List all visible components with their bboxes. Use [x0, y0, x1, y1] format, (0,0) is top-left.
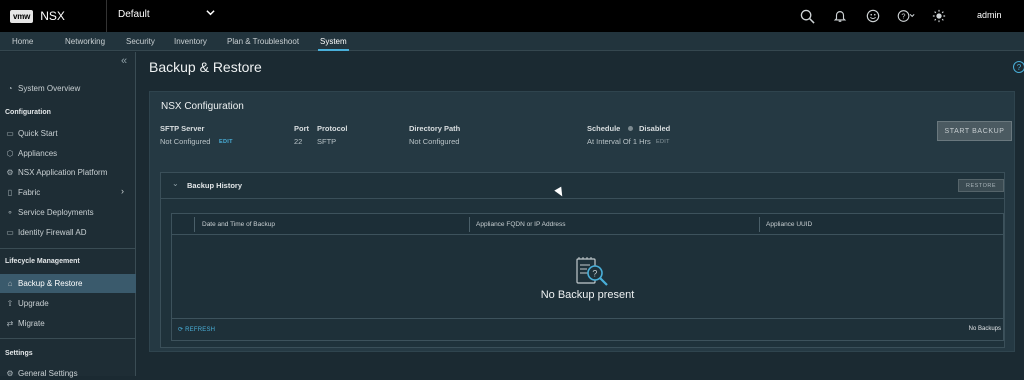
sftp-server-value: Not Configured — [160, 137, 211, 146]
dashboard-icon: ◔ — [7, 83, 13, 93]
folder-icon: ▭ — [6, 227, 14, 237]
sidebar-item-backup-restore[interactable]: ⌂ Backup & Restore — [5, 276, 83, 290]
settings-icon: ⚙ — [6, 368, 14, 378]
protocol-value: SFTP — [317, 137, 337, 146]
quick-start-icon: ▭ — [6, 128, 14, 138]
grid-footer: ⟳ REFRESH No Backups — [172, 318, 1003, 340]
sidebar-divider — [0, 248, 136, 249]
upgrade-icon: ⇧ — [6, 298, 14, 308]
protocol-label: Protocol — [317, 124, 348, 133]
chevron-down-icon[interactable]: ⌄ — [172, 179, 179, 188]
page-title: Backup & Restore — [149, 59, 262, 75]
collapse-sidebar-icon[interactable]: « — [121, 55, 127, 67]
help-icon[interactable]: ? — [897, 7, 915, 25]
sun-icon[interactable] — [930, 7, 948, 25]
start-backup-button[interactable]: START BACKUP — [937, 121, 1012, 141]
restore-button[interactable]: RESTORE — [958, 179, 1004, 192]
tab-security[interactable]: Security — [126, 37, 155, 46]
section-title: NSX Configuration — [161, 101, 244, 112]
svg-text:?: ? — [901, 12, 905, 21]
column-header-fqdn[interactable]: Appliance FQDN or IP Address — [476, 221, 565, 228]
chevron-right-icon[interactable]: › — [121, 186, 124, 196]
vmware-logo: vmw — [10, 9, 34, 23]
tab-system[interactable]: System — [320, 37, 347, 46]
active-tab-indicator — [318, 49, 349, 51]
backup-history-panel: ⌄ Backup History RESTORE Date and Time o… — [160, 172, 1005, 348]
port-label: Port — [294, 124, 309, 133]
backup-history-title[interactable]: Backup History — [187, 181, 242, 190]
chevron-down-icon[interactable] — [206, 8, 215, 20]
sidebar-item-general-settings[interactable]: ⚙ General Settings — [5, 366, 77, 380]
tab-plan-troubleshoot[interactable]: Plan & Troubleshoot — [227, 37, 299, 46]
sidebar-item-system-overview[interactable]: ◔ System Overview — [5, 81, 81, 95]
sidebar-header-configuration: Configuration — [5, 109, 51, 116]
column-header-date[interactable]: Date and Time of Backup — [202, 221, 275, 228]
sidebar-divider — [0, 338, 136, 339]
edit-sftp-link[interactable]: EDIT — [219, 139, 233, 145]
sidebar-item-appliances[interactable]: ⬡ Appliances — [5, 146, 58, 160]
tab-networking[interactable]: Networking — [65, 37, 105, 46]
directory-path-label: Directory Path — [409, 124, 461, 133]
sidebar-header-lifecycle: Lifecycle Management — [5, 258, 80, 265]
empty-search-icon: ? — [575, 256, 611, 293]
port-value: 22 — [294, 137, 303, 146]
schedule-value: At Interval Of 1 Hrs — [587, 137, 651, 146]
backup-icon: ⌂ — [7, 278, 13, 288]
grid-header: Date and Time of Backup Appliance FQDN o… — [172, 214, 1003, 235]
migrate-icon: ⇄ — [6, 318, 14, 328]
schedule-label: Schedule — [587, 124, 621, 133]
sidebar-item-nsx-application-platform[interactable]: ⚙ NSX Application Platform — [5, 165, 107, 179]
nsx-configuration-card: NSX Configuration SFTP Server Not Config… — [149, 91, 1015, 352]
tab-inventory[interactable]: Inventory — [174, 37, 207, 46]
gear-icon: ⚙ — [6, 167, 14, 177]
backup-count: No Backups — [968, 326, 1001, 332]
app-name[interactable]: NSX — [40, 9, 65, 23]
bell-icon[interactable] — [831, 7, 849, 25]
main-content: Backup & Restore ? NSX Configuration SFT… — [137, 52, 1024, 376]
refresh-button[interactable]: ⟳ REFRESH — [178, 326, 215, 333]
header-divider — [106, 0, 107, 32]
column-separator — [469, 217, 470, 232]
tab-home[interactable]: Home — [12, 37, 33, 46]
appliance-icon: ⬡ — [6, 148, 14, 158]
sftp-server-label: SFTP Server — [160, 124, 205, 133]
smiley-icon[interactable] — [864, 7, 882, 25]
search-icon[interactable] — [798, 7, 816, 25]
sidebar-item-quick-start[interactable]: ▭ Quick Start — [5, 126, 57, 140]
column-separator — [194, 217, 195, 232]
sidebar-item-upgrade[interactable]: ⇧ Upgrade — [5, 296, 49, 310]
schedule-status: Disabled — [639, 124, 671, 133]
fabric-icon: ▯ — [7, 187, 13, 197]
project-selector[interactable]: Default — [118, 9, 150, 20]
directory-path-value: Not Configured — [409, 137, 460, 146]
user-menu[interactable]: admin — [977, 10, 1002, 20]
help-icon[interactable]: ? — [1013, 61, 1024, 73]
sidebar-item-migrate[interactable]: ⇄ Migrate — [5, 316, 45, 330]
sidebar-item-identity-firewall-ad[interactable]: ▭ Identity Firewall AD — [5, 225, 86, 239]
sidebar-header-settings: Settings — [5, 350, 33, 357]
column-separator — [759, 217, 760, 232]
panel-divider — [161, 198, 1004, 199]
service-icon: ⚬ — [6, 207, 14, 217]
schedule-status-dot — [628, 126, 633, 131]
backup-history-grid: Date and Time of Backup Appliance FQDN o… — [171, 213, 1004, 341]
sidebar: « ◔ System Overview Configuration ▭ Quick … — [0, 52, 136, 378]
empty-state-message: No Backup present — [540, 289, 635, 301]
svg-text:?: ? — [592, 269, 597, 279]
column-header-uuid[interactable]: Appliance UUID — [766, 221, 812, 228]
sidebar-item-fabric[interactable]: ▯ Fabric — [5, 185, 40, 199]
main-nav: Home Networking Security Inventory Plan … — [0, 32, 1024, 51]
edit-schedule-link[interactable]: EDIT — [656, 139, 670, 145]
refresh-label: REFRESH — [185, 327, 216, 333]
sidebar-item-service-deployments[interactable]: ⚬ Service Deployments — [5, 205, 94, 219]
